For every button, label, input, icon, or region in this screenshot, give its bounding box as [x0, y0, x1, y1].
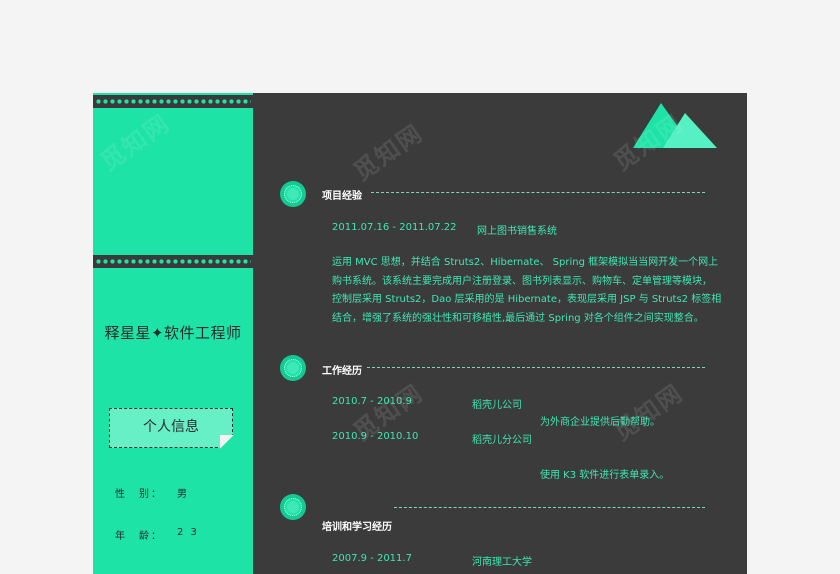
project-line: 控制层采用 Struts2，Dao 层采用的是 Hibernate，表现层采用 … — [332, 294, 722, 306]
field-age-value: 2 3 — [177, 527, 199, 538]
mountain-icon — [633, 103, 717, 148]
section-title-project: 项目经验 — [322, 191, 362, 202]
section-title-work: 工作经历 — [322, 366, 362, 377]
work-desc: 使用 K3 软件进行表单录入。 — [540, 470, 670, 481]
field-age-label: 年 龄： — [115, 531, 163, 542]
personal-info-tag: 个人信息 — [109, 408, 234, 449]
section-divider — [394, 507, 705, 508]
field-gender-value: 男 — [177, 489, 189, 500]
work-date: 2010.7 - 2010.9 — [332, 396, 412, 407]
field-age: 年 龄： 2 3 — [115, 527, 197, 542]
folded-corner-icon — [220, 435, 234, 449]
project-description: 运用 MVC 思想，并结合 Struts2、Hibernate、 Spring … — [332, 254, 722, 328]
section-dot-icon — [280, 181, 306, 207]
name-title: 释星星✦软件工程师 — [104, 324, 242, 342]
project-date: 2011.07.16 - 2011.07.22 — [332, 222, 457, 233]
personal-info-label: 个人信息 — [143, 419, 199, 435]
section-divider — [371, 192, 705, 193]
field-gender-label: 性 别： — [115, 489, 163, 500]
main-content: 项目经验 2011.07.16 - 2011.07.22 网上图书销售系统 运用… — [253, 93, 747, 574]
resume-page: 释星星✦软件工程师 个人信息 性 别： 男 年 龄： 2 3 项目经验 2011… — [93, 93, 747, 574]
project-line: 结合，增强了系统的强壮性和可移植性,最后通过 Spring 对各个组件之间实现整… — [332, 312, 704, 324]
film-strip-top — [93, 95, 253, 108]
section-title-education: 培训和学习经历 — [322, 522, 392, 533]
work-company: 稻壳儿分公司 — [472, 435, 532, 446]
section-dot-icon — [280, 494, 306, 520]
field-gender: 性 别： 男 — [115, 485, 187, 500]
film-strip-bottom — [93, 255, 253, 268]
education-date: 2007.9 - 2011.7 — [332, 553, 412, 564]
work-company: 稻壳儿公司 — [472, 400, 522, 411]
left-sidebar: 释星星✦软件工程师 个人信息 性 别： 男 年 龄： 2 3 — [93, 93, 253, 574]
education-school: 河南理工大学 — [472, 557, 532, 568]
work-date: 2010.9 - 2010.10 — [332, 431, 419, 442]
project-line: 运用 MVC 思想，并结合 Struts2、Hibernate、 Spring … — [332, 257, 719, 268]
work-desc: 为外商企业提供后勤帮助。 — [540, 417, 660, 428]
project-name: 网上图书销售系统 — [477, 226, 557, 237]
section-divider — [367, 367, 705, 368]
section-dot-icon — [280, 355, 306, 381]
project-line: 购书系统。该系统主要完成用户注册登录、图书列表显示、购物车、定单管理等模块， — [332, 275, 712, 287]
